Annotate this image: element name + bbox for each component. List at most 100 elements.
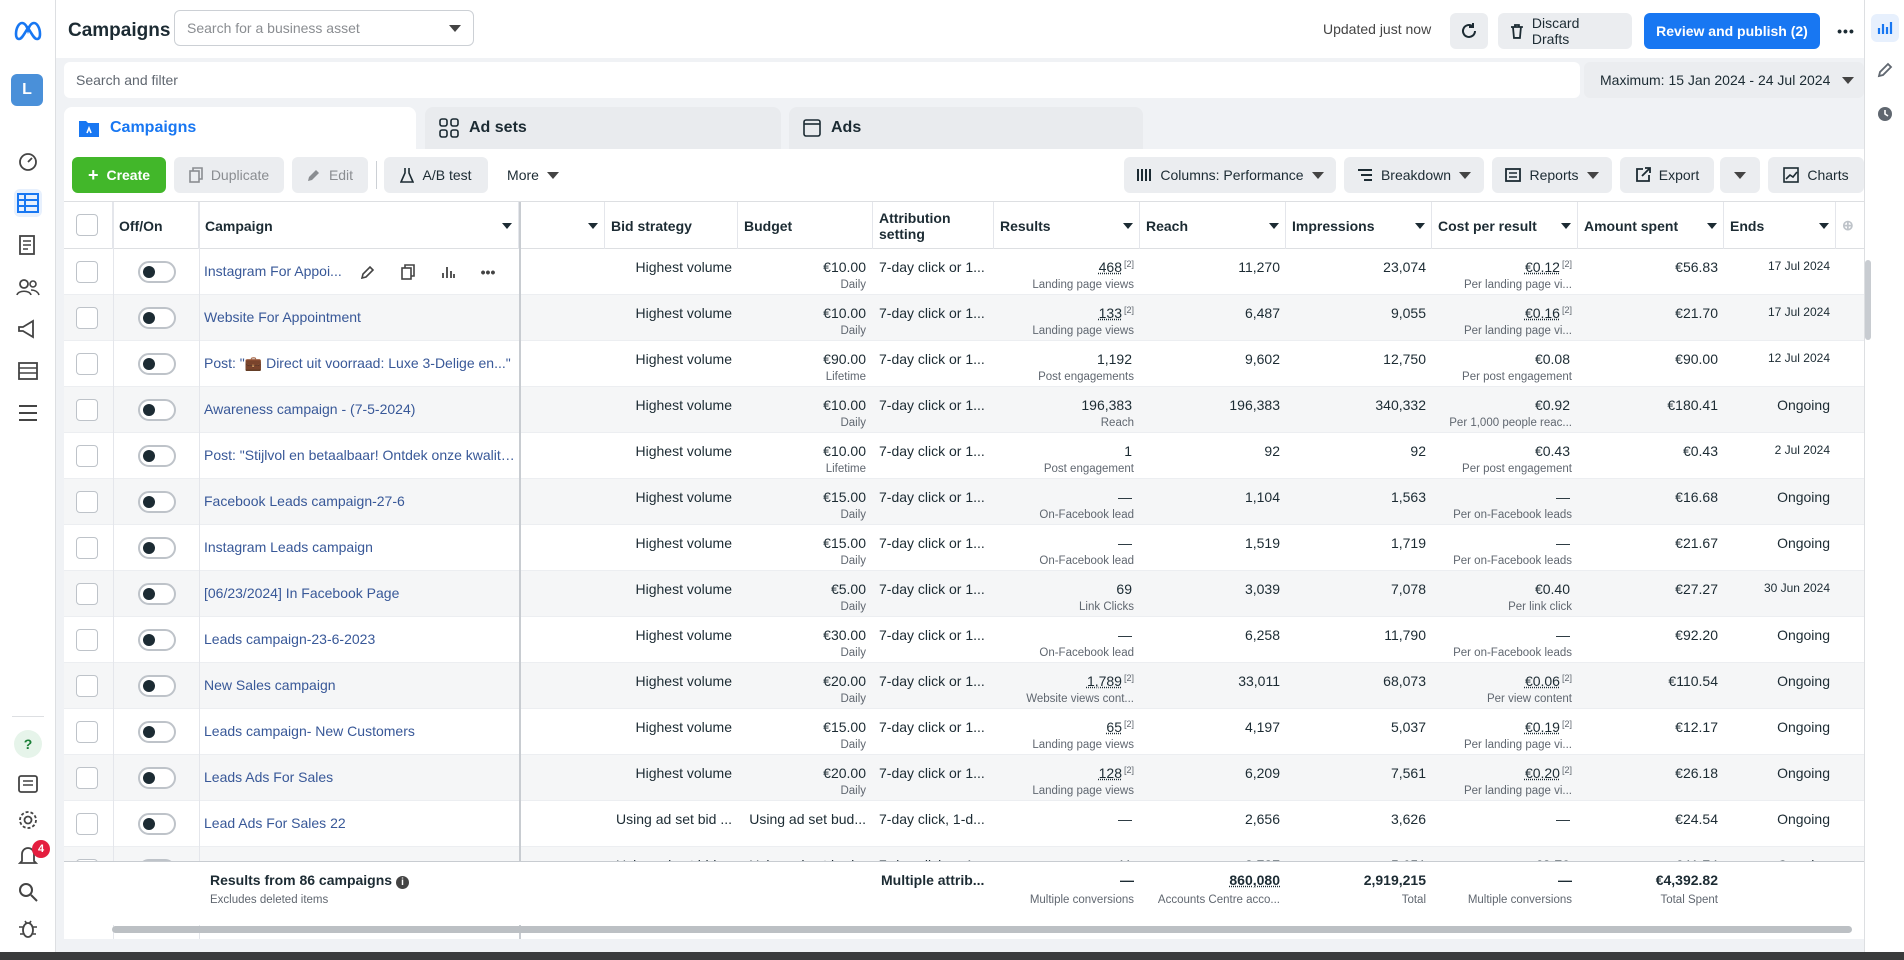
cost-per-result-cell[interactable]: —: [1438, 811, 1572, 827]
account-avatar[interactable]: L: [11, 74, 43, 106]
campaign-toggle[interactable]: [138, 399, 176, 421]
campaign-name-link[interactable]: Instagram Leads campaign: [204, 539, 520, 555]
campaign-toggle[interactable]: [138, 445, 176, 467]
cost-per-result-cell[interactable]: €0.92: [1438, 397, 1572, 413]
duplicate-button[interactable]: Duplicate: [174, 157, 284, 193]
row-checkbox[interactable]: [76, 721, 98, 743]
campaign-toggle[interactable]: [138, 629, 176, 651]
campaign-name-link[interactable]: New Sales campaign: [204, 677, 520, 693]
row-checkbox[interactable]: [76, 629, 98, 651]
tab-campaigns[interactable]: Campaigns: [64, 107, 416, 149]
search-and-filter-input[interactable]: Search and filter: [64, 62, 1580, 98]
campaign-megaphone-icon[interactable]: [14, 315, 42, 343]
edit-pencil-icon[interactable]: [354, 260, 382, 284]
row-checkbox[interactable]: [76, 445, 98, 467]
discard-drafts-button[interactable]: Discard Drafts: [1498, 13, 1632, 49]
add-column-button[interactable]: ⊕: [1836, 202, 1864, 249]
table-row[interactable]: Lead Ads For Sales 22 Using ad set bid ..…: [64, 801, 1864, 847]
more-menu-button[interactable]: More: [496, 157, 570, 193]
cost-per-result-cell[interactable]: €0.06 [2]: [1438, 673, 1572, 689]
more-options-button[interactable]: •••: [1828, 13, 1864, 49]
cost-per-result-cell[interactable]: —: [1438, 489, 1572, 505]
table-row[interactable]: Facebook Leads campaign-27-6 Highest volu…: [64, 479, 1864, 525]
row-checkbox[interactable]: [76, 537, 98, 559]
business-asset-search[interactable]: Search for a business asset: [174, 10, 474, 46]
results-cell[interactable]: —: [1000, 811, 1134, 827]
settings-gear-icon[interactable]: [14, 806, 42, 834]
row-checkbox[interactable]: [76, 307, 98, 329]
table-row[interactable]: Awareness campaign - (7-5-2024) Highest v…: [64, 387, 1864, 433]
view-charts-icon[interactable]: [434, 260, 462, 284]
pages-icon[interactable]: [14, 231, 42, 259]
table-row[interactable]: Leads campaign-23-6-2023 Highest volume €3…: [64, 617, 1864, 663]
cost-per-result-cell[interactable]: €0.43: [1438, 443, 1572, 459]
row-checkbox[interactable]: [76, 675, 98, 697]
results-cell[interactable]: 133 [2]: [1000, 305, 1134, 321]
column-header-cost-per-result[interactable]: Cost per result: [1432, 202, 1578, 249]
results-cell[interactable]: —: [1000, 489, 1134, 505]
sort-caret-icon[interactable]: [1707, 222, 1717, 229]
table-row[interactable]: Post: "💼 Direct uit voorraad: Luxe 3-Del…: [64, 341, 1864, 387]
sort-caret-icon[interactable]: [1123, 222, 1133, 229]
column-header-ends[interactable]: Ends: [1724, 202, 1836, 249]
column-header-reach[interactable]: Reach: [1140, 202, 1286, 249]
results-cell[interactable]: 65 [2]: [1000, 719, 1134, 735]
row-checkbox[interactable]: [76, 491, 98, 513]
column-header-bid-strategy[interactable]: Bid strategy: [605, 202, 738, 249]
ab-test-button[interactable]: A/B test: [384, 157, 488, 193]
cost-per-result-cell[interactable]: €0.40: [1438, 581, 1572, 597]
date-range-picker[interactable]: Maximum: 15 Jan 2024 - 24 Jul 2024: [1584, 62, 1864, 98]
tab-ad-sets[interactable]: Ad sets: [425, 107, 781, 149]
ads-manager-table-icon[interactable]: [14, 189, 42, 217]
campaign-name-link[interactable]: Awareness campaign - (7-5-2024): [204, 401, 520, 417]
campaign-toggle[interactable]: [138, 491, 176, 513]
column-header-impressions[interactable]: Impressions: [1286, 202, 1432, 249]
column-header-hidden[interactable]: [521, 202, 605, 249]
campaign-toggle[interactable]: [138, 675, 176, 697]
table-row[interactable]: Website For Appointment Highest volume €10…: [64, 295, 1864, 341]
billing-icon[interactable]: [14, 357, 42, 385]
column-header-amount-spent[interactable]: Amount spent: [1578, 202, 1724, 249]
column-header-offon[interactable]: Off/On: [113, 202, 199, 249]
edit-panel-pencil-icon[interactable]: [1871, 56, 1899, 84]
campaign-toggle[interactable]: [138, 767, 176, 789]
column-header-results[interactable]: Results: [994, 202, 1140, 249]
cost-per-result-cell[interactable]: €0.12 [2]: [1438, 259, 1572, 275]
columns-button[interactable]: Columns: Performance: [1124, 157, 1336, 193]
review-and-publish-button[interactable]: Review and publish (2): [1644, 13, 1820, 49]
cost-per-result-cell[interactable]: —: [1438, 535, 1572, 551]
row-checkbox[interactable]: [76, 353, 98, 375]
results-cell[interactable]: 1: [1000, 443, 1134, 459]
history-clock-icon[interactable]: [1871, 100, 1899, 128]
tab-ads[interactable]: Ads: [789, 107, 1143, 149]
select-all-checkbox[interactable]: [76, 214, 98, 236]
sort-caret-icon[interactable]: [1415, 222, 1425, 229]
row-checkbox[interactable]: [76, 261, 98, 283]
sort-caret-icon[interactable]: [588, 222, 598, 229]
refresh-button[interactable]: [1450, 13, 1488, 49]
all-tools-menu-icon[interactable]: [14, 399, 42, 427]
column-header-attribution[interactable]: Attribution setting: [873, 202, 994, 249]
export-button[interactable]: Export: [1620, 157, 1714, 193]
table-row[interactable]: Instagram For Appoi... ••• Highest volume €…: [64, 249, 1864, 295]
campaign-toggle[interactable]: [138, 583, 176, 605]
edit-button[interactable]: Edit: [292, 157, 368, 193]
dashboard-icon[interactable]: [14, 147, 42, 175]
cost-per-result-cell[interactable]: €0.20 [2]: [1438, 765, 1572, 781]
sort-caret-icon[interactable]: [1269, 222, 1279, 229]
results-cell[interactable]: 69: [1000, 581, 1134, 597]
campaign-toggle[interactable]: [138, 261, 176, 283]
campaign-toggle[interactable]: [138, 353, 176, 375]
campaign-name-link[interactable]: Lead Ads For Sales 22: [204, 815, 520, 831]
campaign-name-link[interactable]: [06/23/2024] In Facebook Page: [204, 585, 520, 601]
sort-caret-icon[interactable]: [1561, 222, 1571, 229]
charts-panel-icon[interactable]: [1871, 14, 1899, 42]
campaign-toggle[interactable]: [138, 813, 176, 835]
table-row[interactable]: Leads campaign- New Customers Highest vol…: [64, 709, 1864, 755]
search-icon[interactable]: [14, 878, 42, 906]
results-cell[interactable]: 1,789 [2]: [1000, 673, 1134, 689]
vertical-scrollbar[interactable]: [1865, 260, 1871, 340]
row-checkbox[interactable]: [76, 399, 98, 421]
campaign-name-link[interactable]: Post: "💼 Direct uit voorraad: Luxe 3-Del…: [204, 355, 520, 372]
table-row[interactable]: Using ad set bid ...Using ad set bud...7…: [64, 847, 1864, 861]
